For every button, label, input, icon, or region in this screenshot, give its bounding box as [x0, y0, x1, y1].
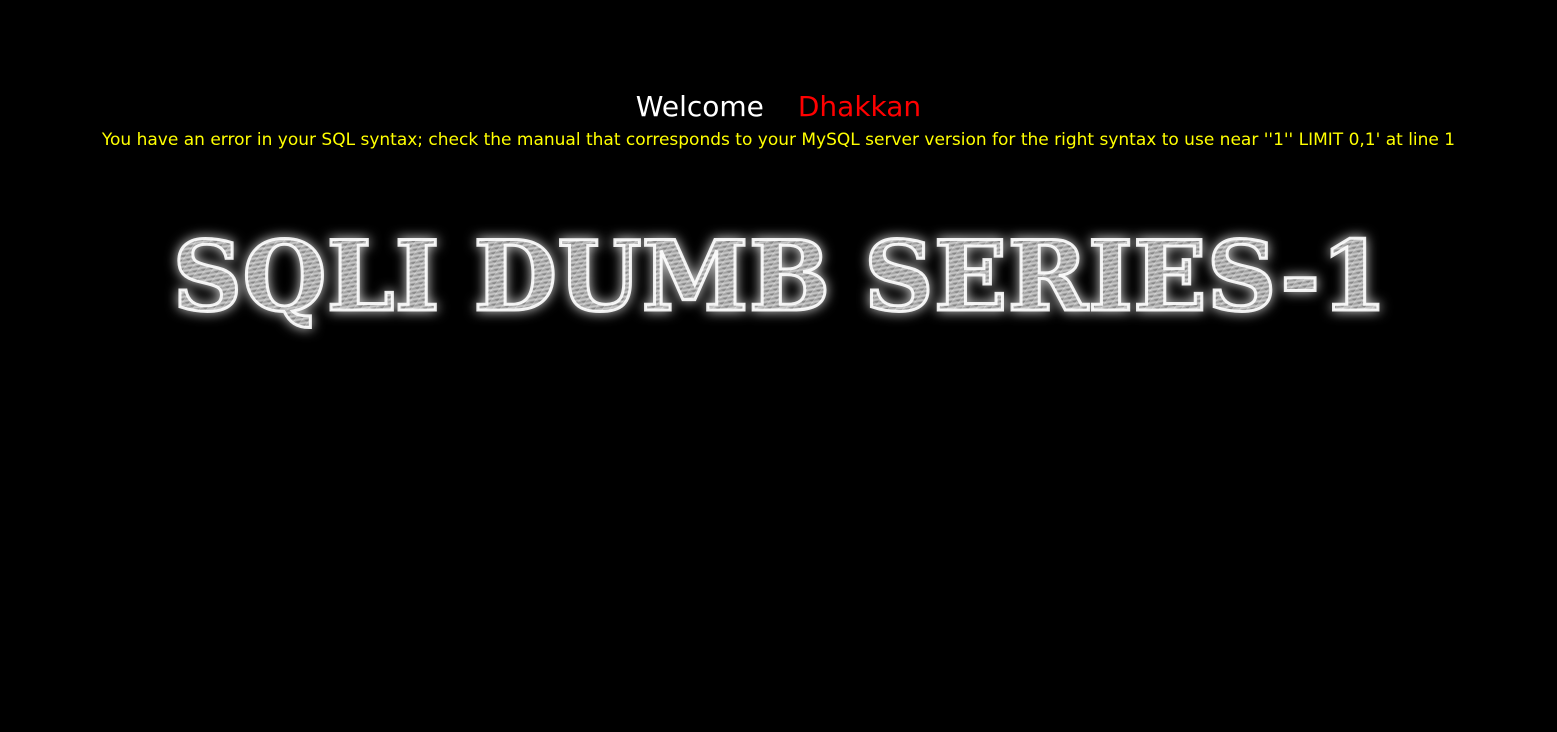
- user-name: Dhakkan: [797, 90, 922, 123]
- welcome-label: Welcome: [635, 90, 764, 123]
- welcome-line: Welcome Dhakkan: [0, 88, 1557, 126]
- page: Welcome Dhakkan You have an error in your…: [0, 0, 1557, 732]
- sqli-banner-logo: SQLI DUMB SERIES-1: [150, 212, 1410, 352]
- banner-text: SQLI DUMB SERIES-1: [173, 220, 1388, 333]
- sql-error-message: You have an error in your SQL syntax; ch…: [101, 130, 1456, 150]
